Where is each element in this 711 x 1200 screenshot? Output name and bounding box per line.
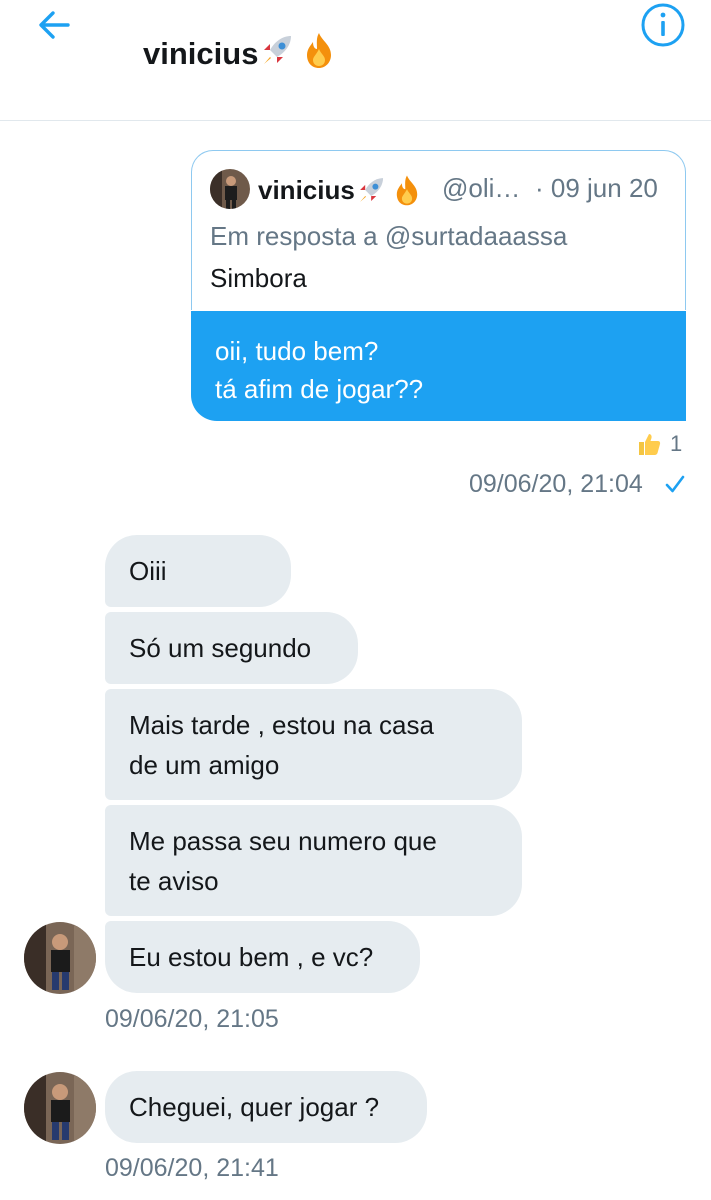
reaction-count: 1 bbox=[670, 431, 683, 456]
thumbs-up-icon bbox=[639, 434, 661, 455]
rocket-emoji-icon bbox=[258, 30, 298, 78]
quoted-tweet-author: vinicius bbox=[258, 173, 425, 207]
quoted-tweet-card[interactable]: vinicius @oli… · 09 jun 20 Em resposta a… bbox=[191, 150, 686, 310]
quoted-tweet-text: Simbora bbox=[210, 263, 307, 293]
sent-message-timestamp: 09/06/20, 21:04 bbox=[469, 470, 643, 498]
message-text: Mais tarde , estou na casa bbox=[129, 710, 434, 740]
received-message-timestamp: 09/06/20, 21:05 bbox=[105, 1005, 279, 1033]
message-text: Oiii bbox=[129, 556, 167, 586]
received-message-bubble[interactable]: Só um segundo bbox=[105, 612, 358, 684]
quoted-tweet-avatar bbox=[210, 169, 250, 209]
sender-avatar[interactable] bbox=[24, 922, 96, 994]
info-circle-icon bbox=[641, 3, 685, 47]
message-text: Cheguei, quer jogar ? bbox=[129, 1092, 380, 1122]
sent-message-bubble[interactable]: oii, tudo bem? tá afim de jogar?? bbox=[191, 311, 686, 421]
conversation-title-text: vinicius bbox=[143, 36, 259, 71]
message-text: te aviso bbox=[129, 866, 219, 896]
quoted-tweet-date: · 09 jun 20 bbox=[535, 173, 658, 203]
quoted-tweet-author-name: vinicius bbox=[258, 174, 355, 205]
conversation-title: vinicius bbox=[143, 30, 340, 78]
fire-emoji-icon bbox=[298, 30, 340, 78]
message-text: Me passa seu numero que bbox=[129, 826, 437, 856]
received-message-bubble[interactable]: Cheguei, quer jogar ? bbox=[105, 1071, 427, 1143]
arrow-left-icon bbox=[39, 11, 70, 39]
back-button[interactable] bbox=[34, 4, 78, 44]
message-text: de um amigo bbox=[129, 750, 280, 780]
rocket-emoji-icon bbox=[359, 178, 383, 202]
sender-avatar[interactable] bbox=[24, 1072, 96, 1144]
received-message-bubble[interactable]: Me passa seu numero que te aviso bbox=[105, 805, 522, 916]
received-message-bubble[interactable]: Mais tarde , estou na casa de um amigo bbox=[105, 689, 522, 800]
received-message-timestamp: 09/06/20, 21:41 bbox=[105, 1154, 279, 1182]
message-text: Só um segundo bbox=[129, 633, 312, 663]
message-text: Eu estou bem , e vc? bbox=[129, 942, 374, 972]
conversation-header: vinicius bbox=[0, 0, 711, 121]
sent-message-line: oii, tudo bem? bbox=[215, 336, 379, 366]
quoted-tweet-reply-context: Em resposta a @surtadaaassa bbox=[210, 221, 568, 251]
received-message-bubble[interactable]: Oiii bbox=[105, 535, 291, 607]
quoted-tweet-handle: @oli… bbox=[442, 173, 521, 203]
sent-message-line: tá afim de jogar?? bbox=[215, 374, 424, 404]
fire-emoji-icon bbox=[396, 175, 418, 206]
info-button[interactable] bbox=[640, 2, 686, 48]
message-reaction[interactable]: 1 bbox=[636, 430, 682, 458]
received-message-bubble[interactable]: Eu estou bem , e vc? bbox=[105, 921, 420, 993]
check-icon bbox=[665, 475, 685, 493]
